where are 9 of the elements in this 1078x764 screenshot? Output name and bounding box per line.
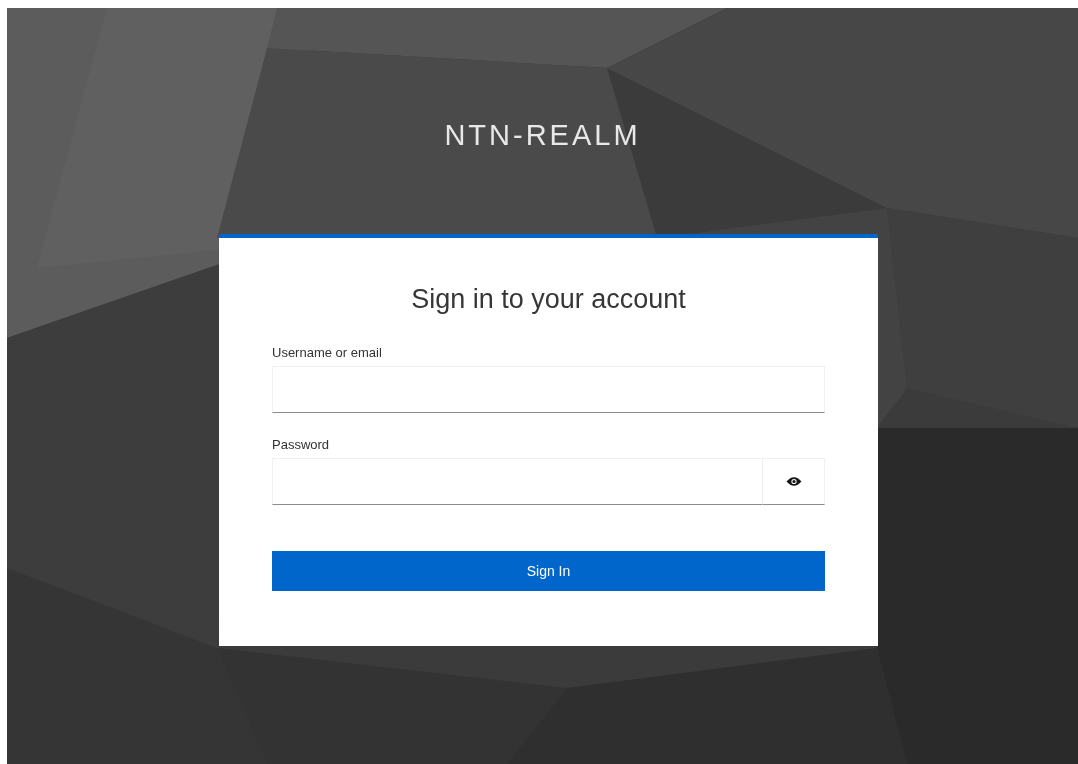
field-label: Password: [272, 437, 331, 453]
card-heading: Sign in to your account: [411, 283, 686, 316]
sign-in-button[interactable]: Sign In: [272, 551, 825, 591]
field-label: Username or email: [272, 345, 383, 361]
eye-icon: [785, 476, 802, 487]
realm-title: NTN-REALM: [444, 118, 641, 153]
password-field[interactable]: [272, 458, 763, 505]
show-password-button[interactable]: [763, 458, 825, 505]
username-field[interactable]: [272, 366, 825, 413]
